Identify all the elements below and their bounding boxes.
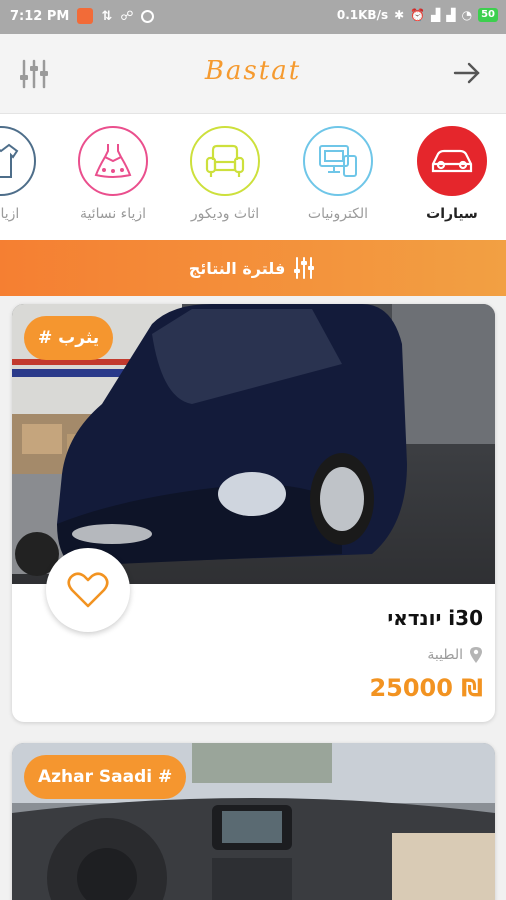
listing-card[interactable]: Azhar Saadi # xyxy=(12,743,495,900)
network-speed: 0.1KB/s xyxy=(336,8,389,22)
location-pin-icon xyxy=(470,647,482,663)
car-icon xyxy=(417,126,487,196)
category-label: الكترونيات xyxy=(307,206,369,222)
seller-tag[interactable]: Azhar Saadi # xyxy=(24,755,187,799)
battery-icon: 50 xyxy=(478,8,498,22)
category-cars[interactable]: سيارات xyxy=(397,126,506,222)
favorite-button[interactable] xyxy=(46,548,130,632)
seller-tag[interactable]: # يثرب xyxy=(24,316,114,360)
usb-icon: ⇅ xyxy=(101,8,113,24)
sync-icon xyxy=(141,9,155,23)
category-label: ازياء ر xyxy=(0,206,20,222)
category-furniture[interactable]: اثاث وديكور xyxy=(170,126,280,222)
listing-price: 25000 ₪ xyxy=(369,674,483,702)
armchair-icon xyxy=(190,126,260,196)
app-logo: Bastat xyxy=(204,56,302,86)
category-label: ازياء نسائية xyxy=(79,206,147,222)
notification-app-icon xyxy=(77,8,94,24)
electronics-icon xyxy=(303,126,373,196)
filter-sliders-icon xyxy=(294,257,315,279)
category-electronics[interactable]: الكترونيات xyxy=(283,126,393,222)
category-label: اثاث وديكور xyxy=(190,206,260,222)
alarm-icon: ⏰ xyxy=(410,8,426,22)
app-bar: Bastat xyxy=(0,34,506,114)
category-bar: سيارات الكترونيات اثاث وديكور ازياء نسائ… xyxy=(0,114,506,240)
signal-icon: ▟ xyxy=(431,8,441,22)
shirt-icon xyxy=(0,126,36,196)
status-time: 7:12 PM xyxy=(10,8,70,24)
listing-title: יונדאי i30 xyxy=(387,606,483,630)
wifi-icon: ◔ xyxy=(461,8,473,22)
signal-icon-2: ▟ xyxy=(446,8,456,22)
arrow-right-icon[interactable] xyxy=(450,56,484,90)
category-label: سيارات xyxy=(426,206,478,222)
location-text: الطيبة xyxy=(427,647,463,663)
listing-photo[interactable]: # يثرب xyxy=(12,304,495,584)
listing-photo[interactable]: Azhar Saadi # xyxy=(12,743,495,900)
bluetooth-icon: ✱ xyxy=(394,8,405,22)
listing-card[interactable]: # يثرب יונדאי i30 الطيبة 25000 ₪ xyxy=(12,304,495,722)
heart-icon xyxy=(67,572,109,608)
dress-icon xyxy=(78,126,148,196)
category-men-fashion[interactable]: ازياء ر xyxy=(0,126,56,222)
listing-location: الطيبة xyxy=(427,646,483,664)
filter-results-button[interactable]: فلترة النتائج xyxy=(0,240,506,296)
filter-results-label: فلترة النتائج xyxy=(188,258,286,278)
network-icon: ☍ xyxy=(120,8,134,24)
status-bar: 7:12 PM ⇅ ☍ 0.1KB/s ✱ ⏰ ▟ ▟ ◔ 50 xyxy=(0,0,506,34)
category-women-fashion[interactable]: ازياء نسائية xyxy=(58,126,168,222)
